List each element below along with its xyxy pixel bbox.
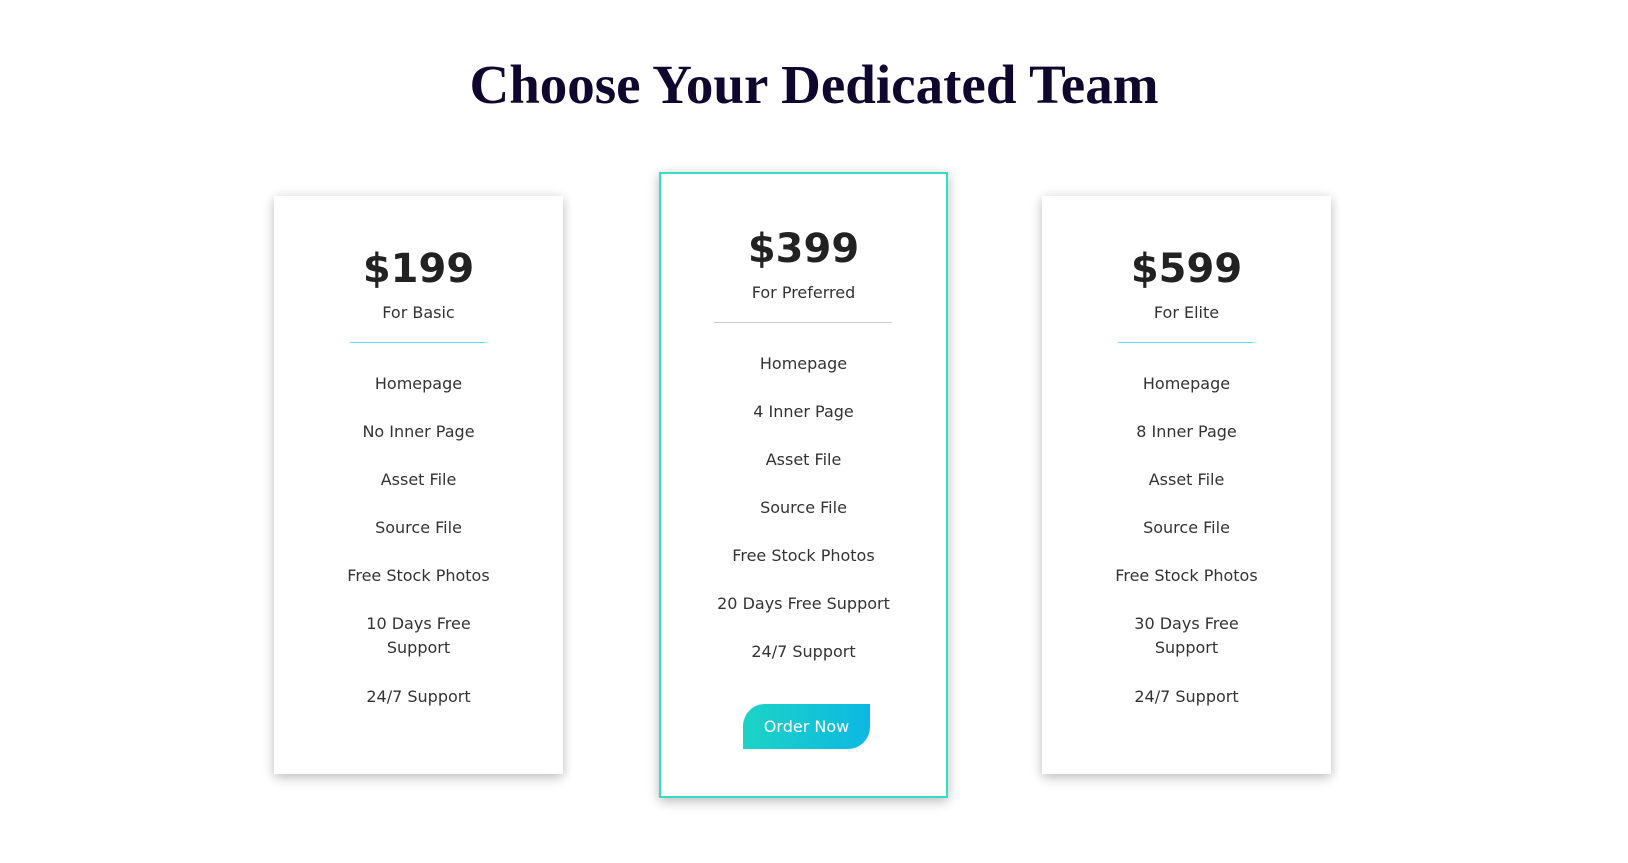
- feature-item: Source File: [1143, 518, 1230, 537]
- feature-item: Homepage: [759, 354, 848, 373]
- feature-item: Asset File: [380, 470, 457, 489]
- order-now-button[interactable]: Order Now: [743, 704, 870, 749]
- feature-item: Source File: [375, 518, 462, 537]
- plan-name: For Elite: [1153, 303, 1220, 322]
- plan-price: $199: [362, 246, 475, 292]
- feature-item: Free Stock Photos: [347, 566, 490, 585]
- feature-item: Homepage: [1142, 374, 1231, 393]
- feature-item: 24/7 Support: [751, 642, 856, 661]
- plan-price: $399: [747, 226, 860, 272]
- feature-item: No Inner Page: [362, 422, 475, 441]
- feature-item: 20 Days Free Support: [717, 594, 890, 613]
- feature-item: Asset File: [1148, 470, 1225, 489]
- feature-item: Homepage: [374, 374, 463, 393]
- feature-item: 24/7 Support: [1134, 687, 1239, 706]
- pricing-card-basic: $199 For Basic Homepage No Inner Page As…: [274, 196, 563, 774]
- plan-divider: [350, 342, 485, 343]
- plan-name: For Basic: [382, 303, 455, 322]
- plan-divider: [1118, 342, 1253, 343]
- page-title: Choose Your Dedicated Team: [469, 54, 1159, 115]
- feature-item: 4 Inner Page: [753, 402, 854, 421]
- feature-list: Homepage No Inner Page Asset File Source…: [274, 372, 563, 733]
- feature-list: Homepage 8 Inner Page Asset File Source …: [1042, 372, 1331, 733]
- pricing-card-preferred: $399 For Preferred Homepage 4 Inner Page…: [659, 172, 948, 798]
- plan-price: $599: [1130, 246, 1243, 292]
- feature-item: 30 Days Free Support: [1134, 614, 1239, 657]
- feature-item: Free Stock Photos: [732, 546, 875, 565]
- feature-item: Asset File: [765, 450, 842, 469]
- feature-item: Free Stock Photos: [1115, 566, 1258, 585]
- feature-item: 8 Inner Page: [1136, 422, 1237, 441]
- feature-item: 10 Days Free Support: [366, 614, 471, 657]
- feature-item: Source File: [760, 498, 847, 517]
- pricing-card-elite: $599 For Elite Homepage 8 Inner Page Ass…: [1042, 196, 1331, 774]
- plan-divider: [714, 322, 892, 323]
- plan-name: For Preferred: [751, 283, 856, 302]
- feature-item: 24/7 Support: [366, 687, 471, 706]
- feature-list: Homepage 4 Inner Page Asset File Source …: [661, 352, 946, 688]
